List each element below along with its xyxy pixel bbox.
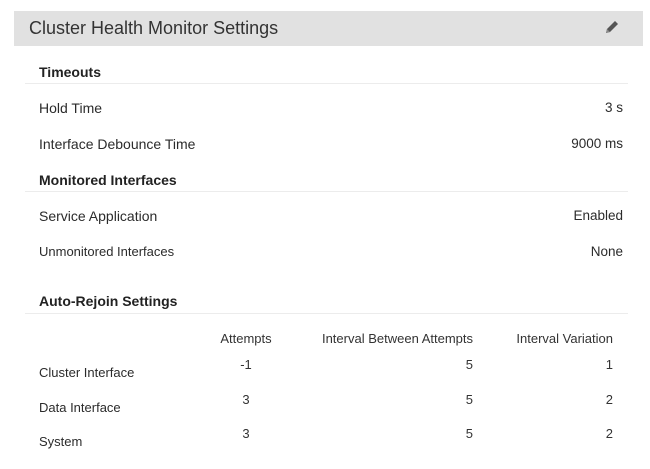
attempts-value: -1 — [240, 357, 252, 372]
unmonitored-value: None — [590, 244, 623, 259]
column-header-interval: Interval Between Attempts — [321, 331, 473, 346]
interval-value: 5 — [465, 392, 473, 407]
row-label: Data Interface — [39, 400, 121, 415]
debounce-label: Interface Debounce Time — [39, 136, 196, 152]
attempts-value: 3 — [242, 392, 250, 407]
section-title-monitored: Monitored Interfaces — [39, 172, 177, 188]
service-application-value: Enabled — [573, 208, 623, 223]
section-title-timeouts: Timeouts — [39, 64, 101, 80]
hold-time-label: Hold Time — [39, 100, 103, 116]
interval-value: 5 — [465, 426, 473, 441]
panel-title: Cluster Health Monitor Settings — [29, 18, 279, 38]
variation-value: 2 — [605, 392, 613, 407]
service-application-label: Service Application — [39, 208, 158, 224]
interval-value: 5 — [465, 357, 473, 372]
divider — [25, 313, 628, 314]
debounce-value: 9000 ms — [571, 136, 623, 151]
variation-value: 1 — [605, 357, 613, 372]
divider — [25, 83, 628, 84]
variation-value: 2 — [605, 426, 613, 441]
unmonitored-label: Unmonitored Interfaces — [39, 244, 175, 259]
column-header-attempts: Attempts — [220, 331, 272, 346]
column-header-variation: Interval Variation — [516, 331, 613, 346]
section-title-auto-rejoin: Auto-Rejoin Settings — [39, 293, 178, 309]
row-label: System — [39, 434, 83, 449]
attempts-value: 3 — [242, 426, 250, 441]
divider — [25, 191, 628, 192]
row-label: Cluster Interface — [39, 365, 135, 380]
hold-time-value: 3 s — [604, 100, 623, 115]
panel-header: Cluster Health Monitor Settings — [14, 11, 643, 46]
pencil-icon[interactable] — [603, 18, 621, 36]
